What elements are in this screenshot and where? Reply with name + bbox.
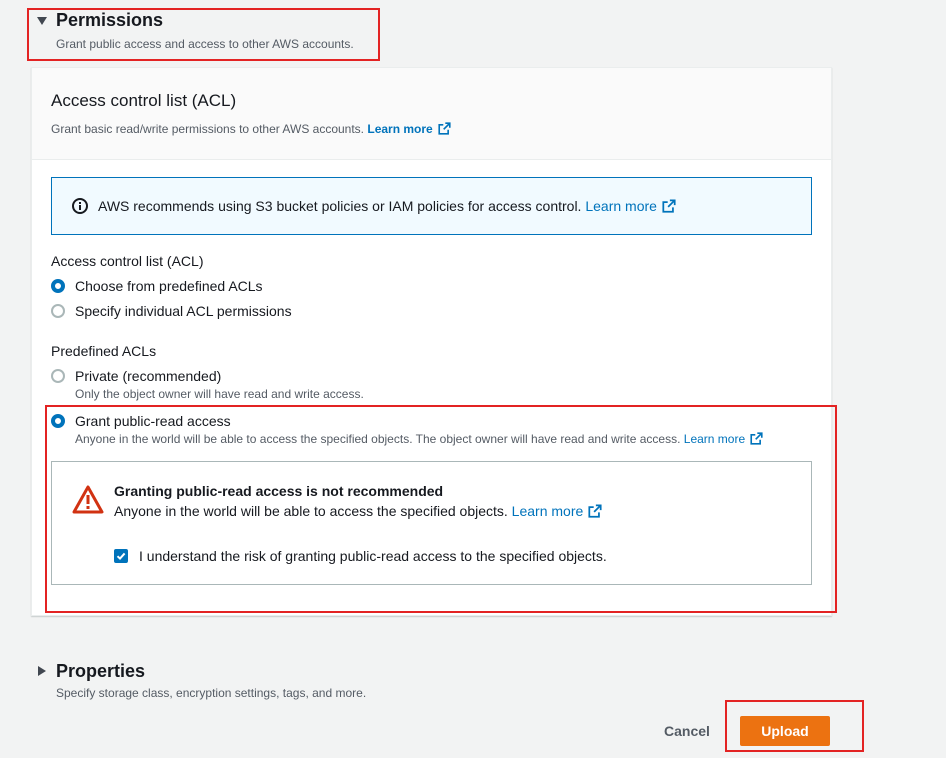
radio-button[interactable] bbox=[51, 279, 65, 293]
external-link-icon[interactable] bbox=[438, 122, 451, 135]
permissions-title[interactable]: Permissions bbox=[56, 9, 163, 31]
acl-learn-more-link[interactable]: Learn more bbox=[367, 122, 432, 136]
radio-option-predefined-acls[interactable]: Choose from predefined ACLs bbox=[51, 278, 471, 294]
caret-right-icon[interactable] bbox=[35, 665, 47, 677]
external-link-icon[interactable] bbox=[750, 432, 763, 445]
info-alert-text: AWS recommends using S3 bucket policies … bbox=[98, 198, 582, 214]
radio-option-public-read[interactable]: Grant public-read access bbox=[51, 413, 471, 429]
warning-learn-more-link[interactable]: Learn more bbox=[512, 503, 584, 519]
info-icon bbox=[72, 198, 88, 219]
external-link-icon[interactable] bbox=[588, 504, 602, 518]
public-read-warning: Granting public-read access is not recom… bbox=[51, 461, 812, 585]
upload-button[interactable]: Upload bbox=[740, 716, 830, 746]
acl-panel-description: Grant basic read/write permissions to ot… bbox=[51, 122, 451, 136]
public-read-learn-more-link[interactable]: Learn more bbox=[684, 432, 745, 446]
acknowledge-label[interactable]: I understand the risk of granting public… bbox=[139, 548, 607, 564]
radio-option-private[interactable]: Private (recommended) bbox=[51, 368, 471, 384]
radio-label: Choose from predefined ACLs bbox=[75, 278, 263, 294]
public-read-description-text: Anyone in the world will be able to acce… bbox=[75, 432, 681, 446]
acl-mode-label: Access control list (ACL) bbox=[51, 253, 204, 269]
radio-button[interactable] bbox=[51, 414, 65, 428]
radio-label: Grant public-read access bbox=[75, 413, 231, 429]
checkmark-icon bbox=[116, 552, 126, 561]
info-learn-more-link[interactable]: Learn more bbox=[585, 198, 657, 214]
warning-text: Anyone in the world will be able to acce… bbox=[114, 503, 508, 519]
external-link-icon[interactable] bbox=[662, 199, 676, 213]
radio-label: Specify individual ACL permissions bbox=[75, 303, 292, 319]
radio-option-individual-acl[interactable]: Specify individual ACL permissions bbox=[51, 303, 471, 319]
warning-body: Anyone in the world will be able to acce… bbox=[114, 503, 602, 519]
radio-button[interactable] bbox=[51, 369, 65, 383]
properties-subtitle: Specify storage class, encryption settin… bbox=[56, 686, 367, 700]
caret-down-icon[interactable] bbox=[36, 14, 48, 26]
acl-panel-title: Access control list (ACL) bbox=[51, 91, 237, 110]
warning-title: Granting public-read access is not recom… bbox=[114, 483, 444, 499]
properties-title[interactable]: Properties bbox=[56, 660, 145, 682]
info-alert-content: AWS recommends using S3 bucket policies … bbox=[98, 198, 676, 214]
acl-panel-header bbox=[32, 68, 831, 160]
radio-label: Private (recommended) bbox=[75, 368, 222, 384]
warning-icon bbox=[72, 484, 104, 520]
info-alert: AWS recommends using S3 bucket policies … bbox=[51, 177, 812, 235]
predefined-acls-label: Predefined ACLs bbox=[51, 343, 157, 359]
radio-description: Anyone in the world will be able to acce… bbox=[75, 432, 763, 446]
acl-panel: Access control list (ACL) Grant basic re… bbox=[31, 67, 832, 616]
cancel-button[interactable]: Cancel bbox=[664, 723, 710, 739]
radio-description: Only the object owner will have read and… bbox=[75, 387, 364, 401]
permissions-subtitle: Grant public access and access to other … bbox=[56, 37, 354, 51]
acl-description-text: Grant basic read/write permissions to ot… bbox=[51, 122, 365, 136]
radio-button[interactable] bbox=[51, 304, 65, 318]
acknowledge-checkbox[interactable] bbox=[114, 549, 128, 563]
